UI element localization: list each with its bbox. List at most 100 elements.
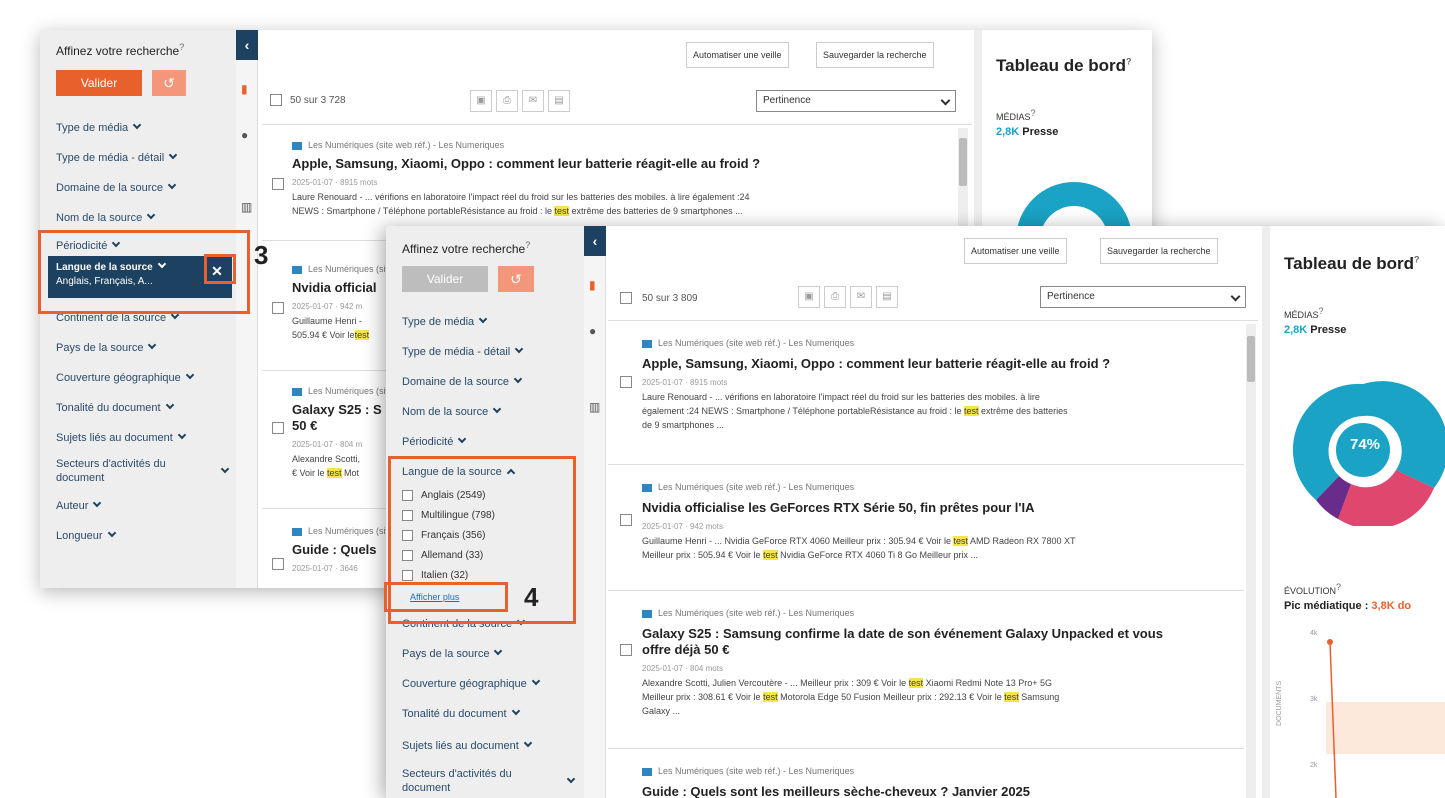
article-item[interactable]: Les Numériques (site web réf.) - Les Num… xyxy=(292,140,952,230)
article-item[interactable]: Les Numériques (site web réf.) - Les Num… xyxy=(292,526,504,586)
save-search-button[interactable]: Sauvegarder la recherche xyxy=(1100,238,1218,264)
article-title[interactable]: Guide : Quels xyxy=(292,542,377,557)
valider-button[interactable]: Valider xyxy=(56,70,142,96)
filter-domaine[interactable]: Domaine de la source xyxy=(402,374,523,388)
filter-type-media-detail[interactable]: Type de média - détail xyxy=(402,344,524,358)
sort-select[interactable]: Pertinence xyxy=(756,90,956,112)
article-item[interactable]: Les Numériques (site web réf.) - Les Num… xyxy=(642,608,1242,728)
documents-icon[interactable]: ▮ xyxy=(589,278,596,292)
select-all-checkbox[interactable] xyxy=(620,292,632,304)
documents-icon[interactable]: ▮ xyxy=(241,82,248,96)
chevron-down-icon xyxy=(185,370,195,380)
evolution-label: ÉVOLUTION? xyxy=(1284,582,1342,596)
reset-button[interactable]: ↺ xyxy=(152,70,186,96)
filter-tonalite[interactable]: Tonalité du document xyxy=(402,706,520,720)
mail-icon[interactable]: ✉ xyxy=(522,90,544,112)
article-snippet: Laure Renouard - ... vérifions en labora… xyxy=(292,192,750,216)
sort-select[interactable]: Pertinence xyxy=(1040,286,1246,308)
filter-type-media[interactable]: Type de média xyxy=(56,120,142,134)
help-icon[interactable]: ? xyxy=(1126,56,1132,66)
save-icon[interactable]: ▣ xyxy=(798,286,820,308)
dashboard-panel: Tableau de bord? MÉDIAS? 2,8K Presse 74%… xyxy=(1262,226,1445,798)
filter-type-media[interactable]: Type de média xyxy=(402,314,488,328)
filter-secteurs[interactable]: Secteurs d'activités du xyxy=(402,768,512,780)
person-icon[interactable]: ● xyxy=(241,128,248,142)
divider xyxy=(608,320,1258,321)
article-checkbox[interactable] xyxy=(272,302,284,314)
filter-secteurs-line2: document xyxy=(402,782,451,794)
filter-sujets[interactable]: Sujets liés au document xyxy=(402,738,533,752)
building-icon[interactable]: ▥ xyxy=(589,400,600,414)
person-icon[interactable]: ● xyxy=(589,324,596,338)
article-checkbox[interactable] xyxy=(272,422,284,434)
automate-watch-button[interactable]: Automatiser une veille xyxy=(686,42,789,68)
article-checkbox[interactable] xyxy=(272,558,284,570)
article-checkbox[interactable] xyxy=(620,376,632,388)
collapse-sidebar-button[interactable]: ‹ xyxy=(236,30,258,60)
article-item[interactable]: Les Numériques (site web réf.) - Les Num… xyxy=(642,482,1242,572)
article-title[interactable]: Apple, Samsung, Xiaomi, Oppo : comment l… xyxy=(292,156,760,171)
filter-nom-source[interactable]: Nom de la source xyxy=(402,404,502,418)
result-count: 50 sur 3 728 xyxy=(290,95,346,106)
building-icon[interactable]: ▥ xyxy=(241,200,252,214)
filter-pays[interactable]: Pays de la source xyxy=(402,646,503,660)
article-meta: 2025-01-07 · 8915 mots xyxy=(292,178,378,187)
filter-couverture[interactable]: Couverture géographique xyxy=(402,676,541,690)
filter-domaine[interactable]: Domaine de la source xyxy=(56,180,177,194)
help-icon[interactable]: ? xyxy=(179,42,184,52)
valider-button[interactable]: Valider xyxy=(402,266,488,292)
filter-secteurs[interactable]: Secteurs d'activités du xyxy=(56,458,166,470)
filter-couverture[interactable]: Couverture géographique xyxy=(56,370,195,384)
article-title[interactable]: Galaxy S25 : Samsung confirme la date de… xyxy=(642,626,1163,641)
filter-longueur[interactable]: Longueur xyxy=(56,528,116,542)
chart-icon[interactable]: ▤ xyxy=(876,286,898,308)
y-axis-label: DOCUMENTS xyxy=(1276,680,1283,726)
filter-periodicite[interactable]: Périodicité xyxy=(402,434,467,448)
filter-sujets[interactable]: Sujets liés au document xyxy=(56,430,187,444)
sidebar-title: Affinez votre recherche? xyxy=(56,42,185,58)
chevron-down-icon[interactable] xyxy=(566,774,576,784)
help-icon[interactable]: ? xyxy=(1414,254,1420,264)
reset-button[interactable]: ↺ xyxy=(498,266,534,292)
filter-pays[interactable]: Pays de la source xyxy=(56,340,157,354)
chevron-down-icon xyxy=(511,706,520,716)
article-item[interactable]: Les Numériques (site web réf.) - Les Num… xyxy=(642,338,1242,448)
filter-auteur[interactable]: Auteur xyxy=(56,498,102,512)
callout-number-4: 4 xyxy=(524,582,539,612)
filter-tonalite[interactable]: Tonalité du document xyxy=(56,400,174,414)
y-tick-3k: 3k xyxy=(1310,696,1318,703)
article-title[interactable]: Nvidia officialise les GeForces RTX Séri… xyxy=(642,500,1035,515)
article-title[interactable]: Guide : Quels sont les meilleurs sèche-c… xyxy=(642,784,1030,798)
chevron-down-icon xyxy=(523,738,533,748)
donut-percentage: 74% xyxy=(1350,436,1381,453)
article-meta: 2025-01-07 · 804 mots xyxy=(642,664,723,673)
article-item[interactable]: Les Numériques (site web réf.) - Les Num… xyxy=(292,264,504,354)
article-checkbox[interactable] xyxy=(620,514,632,526)
filter-type-media-detail[interactable]: Type de média - détail xyxy=(56,150,178,164)
automate-watch-button[interactable]: Automatiser une veille xyxy=(964,238,1067,264)
filter-nom-source[interactable]: Nom de la source xyxy=(56,210,156,224)
article-title[interactable]: Apple, Samsung, Xiaomi, Oppo : comment l… xyxy=(642,356,1110,371)
medias-value: 2,8K Presse xyxy=(996,126,1059,138)
print-icon[interactable]: ⎙ xyxy=(824,286,846,308)
chart-icon[interactable]: ▤ xyxy=(548,90,570,112)
help-icon[interactable]: ? xyxy=(525,240,530,250)
toolbar-icons: ▣ ⎙ ✉ ▤ xyxy=(798,286,902,308)
print-icon[interactable]: ⎙ xyxy=(496,90,518,112)
article-item[interactable]: Les Numériques (site web réf.) - Les Num… xyxy=(642,766,1242,798)
mail-icon[interactable]: ✉ xyxy=(850,286,872,308)
article-title-line2[interactable]: 50 € xyxy=(292,418,317,433)
article-item[interactable]: Les Numériques (site web réf.) - Les Num… xyxy=(292,386,504,486)
save-icon[interactable]: ▣ xyxy=(470,90,492,112)
article-checkbox[interactable] xyxy=(620,644,632,656)
article-snippet: Alexandre Scotti, Julien Vercoutère - ..… xyxy=(642,678,1060,716)
article-title[interactable]: Galaxy S25 : S xyxy=(292,402,382,417)
article-title[interactable]: Nvidia official xyxy=(292,280,377,295)
article-checkbox[interactable] xyxy=(272,178,284,190)
save-search-button[interactable]: Sauvegarder la recherche xyxy=(816,42,934,68)
article-title-line2[interactable]: offre déjà 50 € xyxy=(642,642,729,657)
collapse-sidebar-button[interactable]: ‹ xyxy=(584,226,606,256)
select-all-checkbox[interactable] xyxy=(270,94,282,106)
chevron-down-icon[interactable] xyxy=(220,464,230,474)
scrollbar[interactable] xyxy=(1246,324,1256,798)
